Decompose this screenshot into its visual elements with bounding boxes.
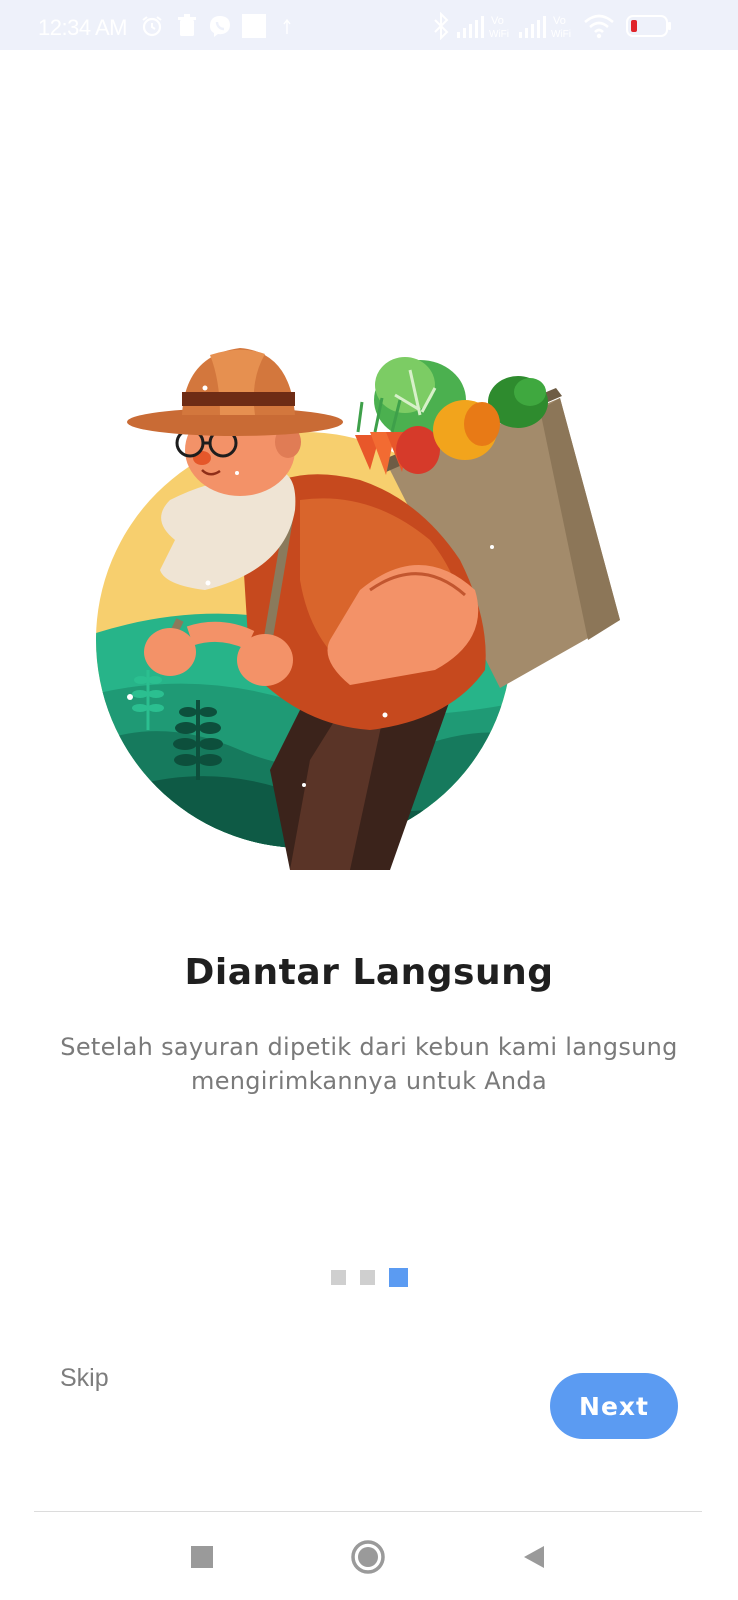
battery-icon [626,15,671,37]
back-icon[interactable] [520,1542,550,1572]
svg-text:Vo: Vo [491,15,504,27]
wifi-icon [584,14,614,39]
page-dot-active [388,1268,408,1287]
signal-icon [519,16,546,38]
onboarding-title: Diantar Langsung [184,952,554,993]
arrow-up-icon [283,18,291,34]
farmer-illustration [96,348,620,870]
status-time: 12:34 AM [38,15,127,40]
bluetooth-icon [434,12,449,40]
svg-text:Vo: Vo [553,15,566,27]
skip-button[interactable]: Skip [60,1364,109,1393]
svg-text:WiFi: WiFi [489,29,509,40]
signal-icon [457,16,484,38]
page-dot [330,1270,346,1285]
square-icon [242,14,266,38]
alarm-icon [142,16,162,37]
next-button[interactable]: Next [550,1373,678,1439]
status-right-icons: Vo WiFi Vo WiFi [434,12,671,40]
onboarding-description: Setelah sayuran dipetik dari kebun kami … [60,1033,678,1095]
home-icon[interactable] [350,1539,386,1575]
recent-apps-icon[interactable] [187,1542,217,1572]
vowifi-icon: Vo WiFi [489,15,509,40]
status-bar: 12:34 AM Vo WiFi Vo WiFi [0,0,738,50]
vowifi-icon: Vo WiFi [551,15,571,40]
page-indicator [0,1268,738,1287]
navigation-bar [0,1512,738,1600]
viber-icon [210,16,230,37]
page-dot [359,1270,375,1285]
svg-text:WiFi: WiFi [551,29,571,40]
trash-icon [178,14,196,36]
